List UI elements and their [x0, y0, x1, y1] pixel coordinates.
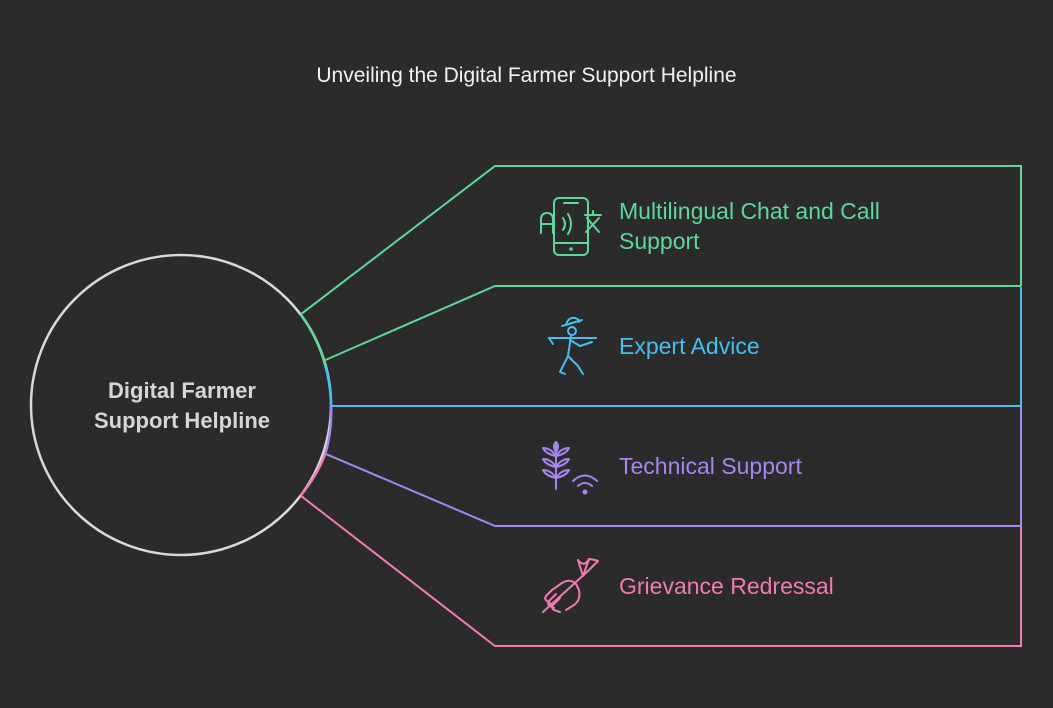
- hand-pitchfork-icon: [542, 558, 599, 613]
- hub-label-line2: Support Helpline: [94, 408, 270, 433]
- hub-label: Digital Farmer Support Helpline: [62, 376, 302, 436]
- item-multilingual-support: Multilingual Chat and Call Support: [619, 196, 949, 256]
- hub-label-line1: Digital Farmer: [108, 378, 256, 403]
- item-expert-advice: Expert Advice: [619, 333, 760, 359]
- farmer-icon: [548, 316, 597, 375]
- wheat-wifi-icon: [542, 441, 598, 495]
- item-grievance-redressal: Grievance Redressal: [619, 573, 834, 599]
- item-multilingual-line2: Support: [619, 228, 700, 254]
- multilingual-phone-icon: [540, 197, 602, 256]
- item-technical-support: Technical Support: [619, 453, 802, 479]
- item-multilingual-line1: Multilingual Chat and Call: [619, 198, 880, 224]
- hub-arc-green: [299, 313, 327, 367]
